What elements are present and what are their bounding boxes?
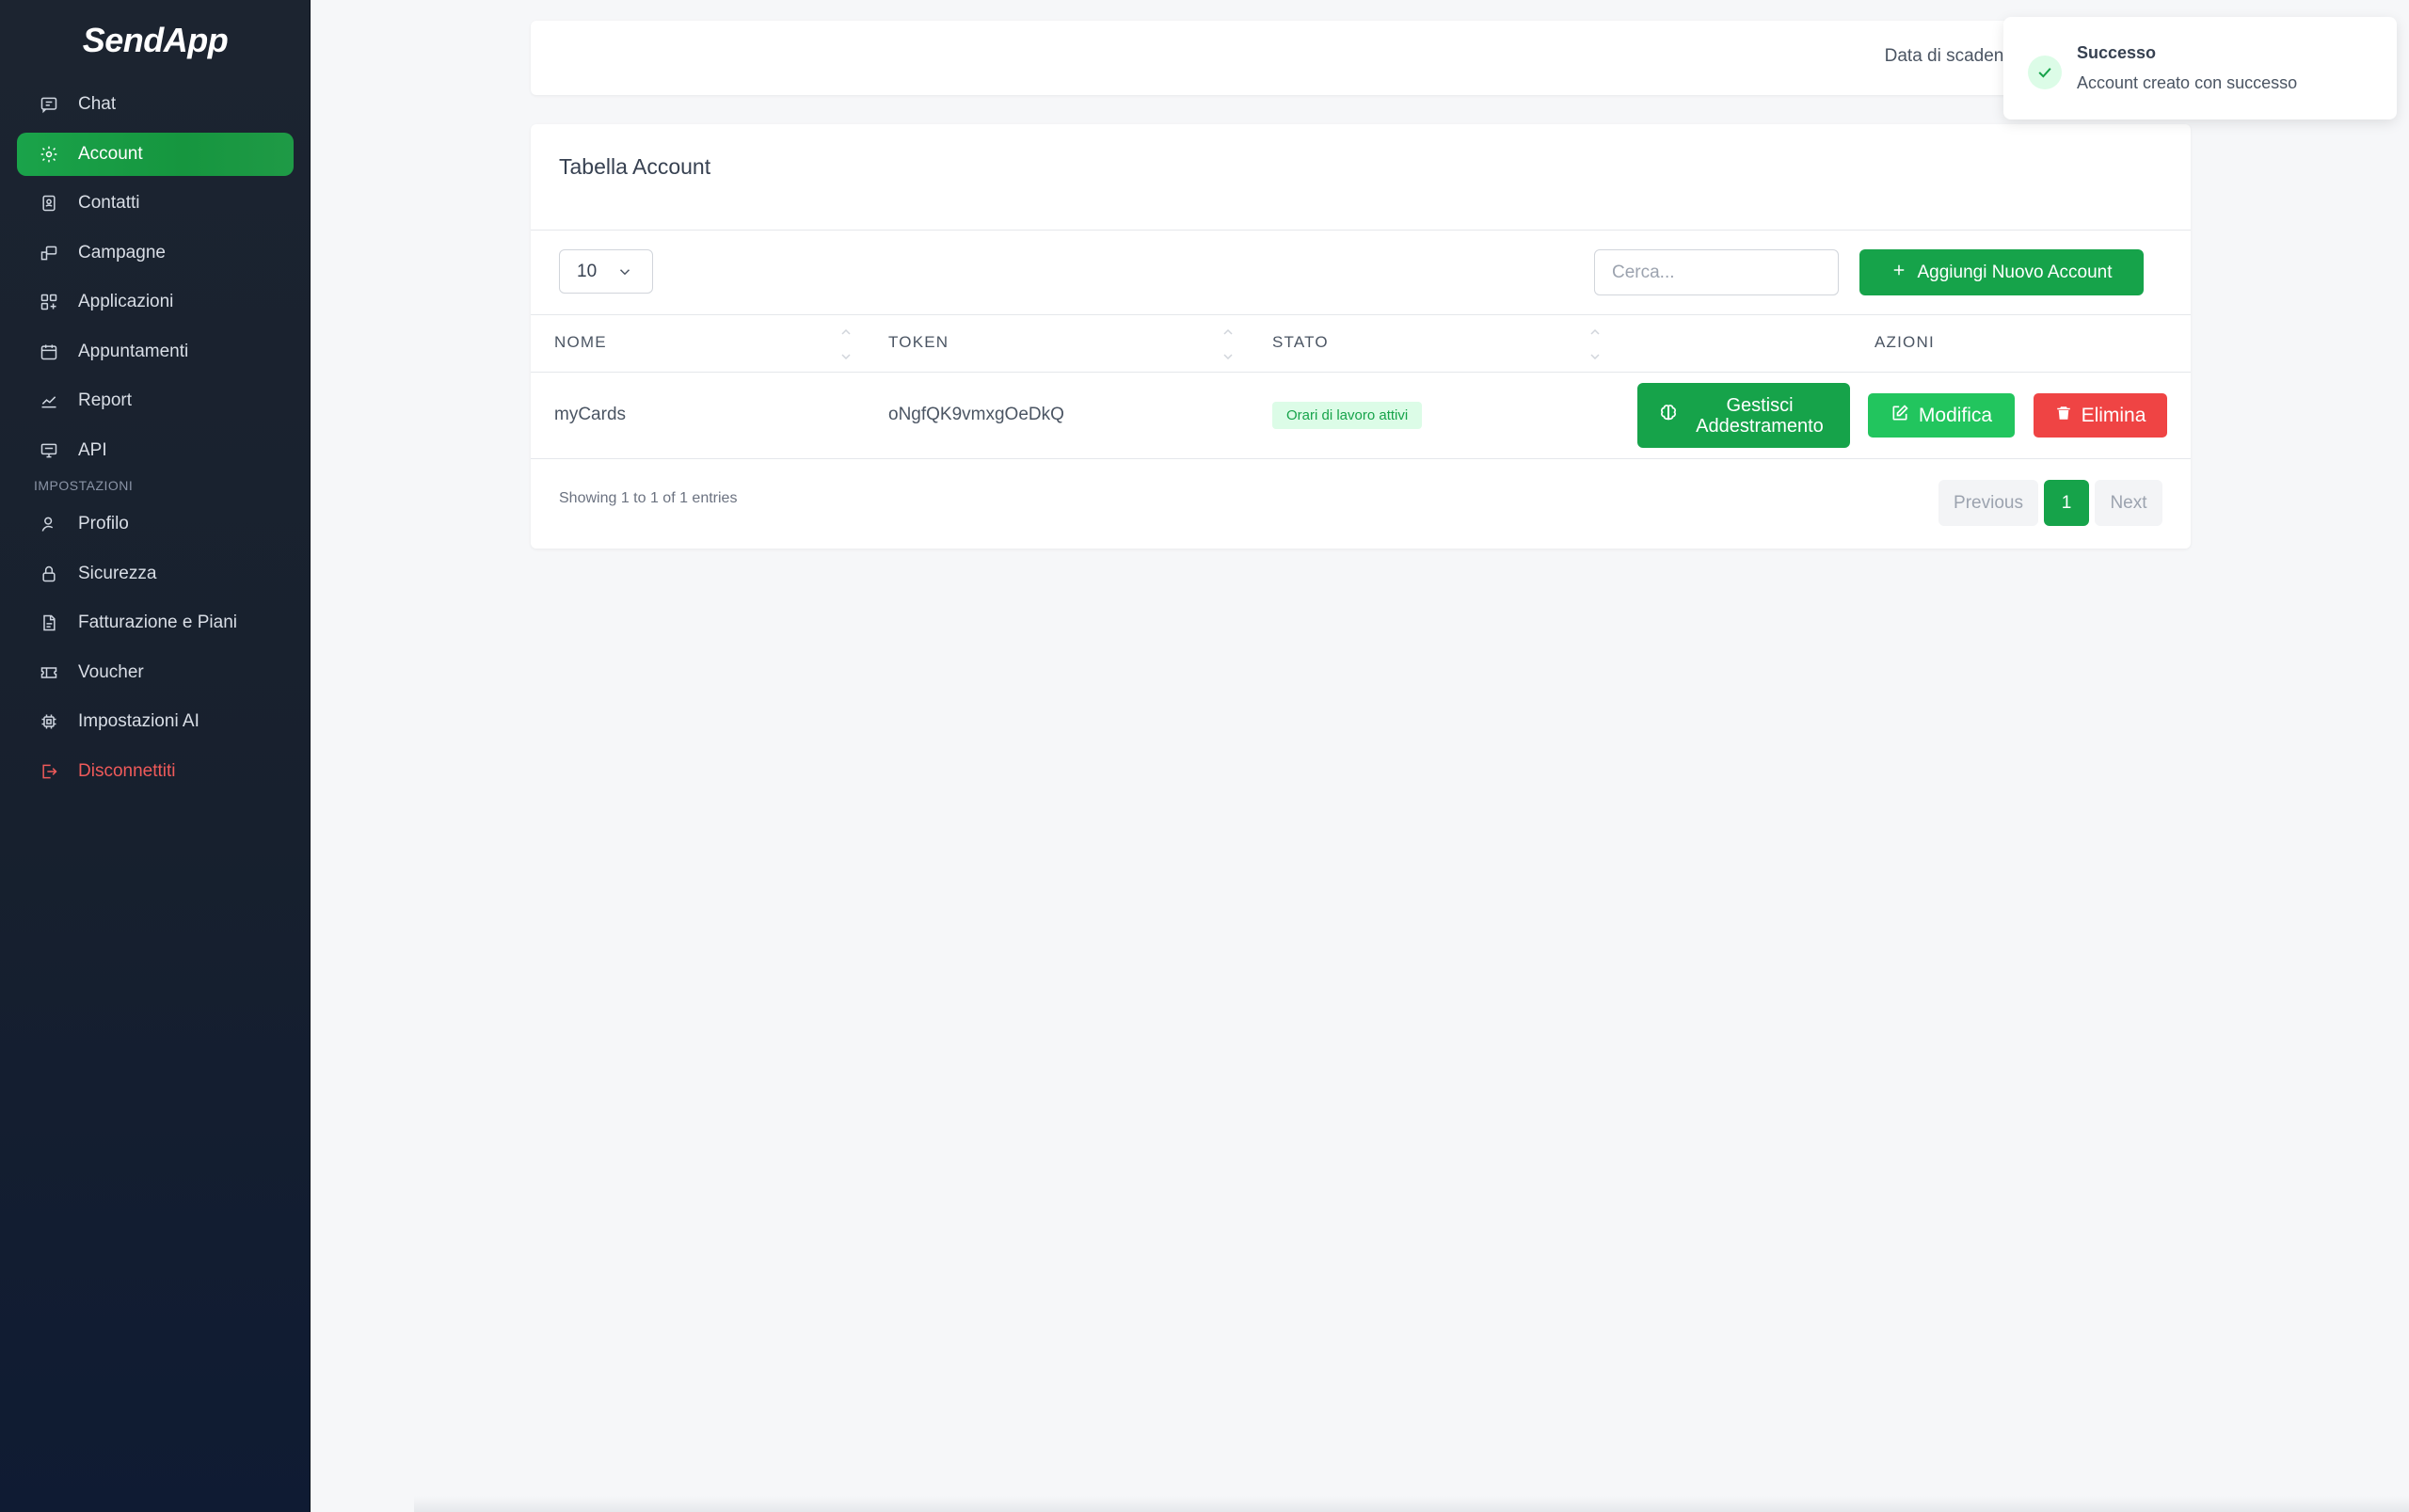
sidebar-item-account[interactable]: Account — [17, 132, 294, 176]
sidebar-item-label: Campagne — [78, 242, 166, 263]
account-table-card: Tabella Account 10 Aggiungi Nuovo Accoun… — [531, 124, 2191, 549]
sidebar-item-label: Fatturazione e Piani — [78, 613, 237, 632]
sidebar-item-logout[interactable]: Disconnettiti — [17, 750, 294, 793]
toast-title: Successo — [2077, 43, 2157, 62]
logout-icon — [39, 761, 59, 782]
divider — [531, 458, 2191, 459]
top-bar: Data di scadenza: Aug 07, 2026 — [531, 21, 2191, 95]
success-toast[interactable]: Successo Account creato con successo — [2003, 17, 2397, 119]
calendar-icon — [39, 342, 59, 362]
previous-page-button[interactable]: Previous — [1938, 480, 2038, 526]
sidebar-item-appuntamenti[interactable]: Appuntamenti — [17, 330, 294, 374]
column-header-token[interactable]: TOKEN — [888, 333, 949, 352]
manage-training-line1: Gestisci — [1726, 394, 1794, 416]
cell-nome: myCards — [554, 405, 627, 424]
column-header-nome[interactable]: NOME — [554, 333, 607, 352]
sidebar-item-label: Applicazioni — [78, 292, 174, 311]
sidebar-item-label: Account — [78, 143, 143, 164]
sidebar-item-label: API — [78, 439, 107, 460]
sort-icon[interactable] — [1588, 326, 1602, 368]
sidebar-item-profilo[interactable]: Profilo — [17, 502, 294, 546]
sidebar-item-label: Impostazioni AI — [78, 711, 199, 731]
sidebar-item-report[interactable]: Report — [17, 379, 294, 422]
settings-section-label: IMPOSTAZIONI — [34, 478, 134, 493]
app-logo[interactable]: SendApp — [0, 21, 311, 60]
cpu-icon — [39, 711, 59, 732]
manage-training-label: Gestisci Addestramento — [1679, 395, 1850, 437]
column-header-stato[interactable]: STATO — [1272, 333, 1329, 352]
sidebar-item-label: Contatti — [78, 193, 140, 213]
sidebar-item-fatturazione[interactable]: Fatturazione e Piani — [17, 601, 294, 645]
divider — [531, 230, 2191, 231]
plus-icon — [1891, 262, 1907, 284]
page-length-value: 10 — [577, 261, 598, 281]
apps-icon — [39, 292, 59, 312]
divider — [531, 314, 2191, 315]
lock-icon — [39, 564, 59, 584]
sidebar-item-applicazioni[interactable]: Applicazioni — [17, 280, 294, 324]
address-book-icon — [39, 193, 59, 214]
sidebar-item-label: Sicurezza — [78, 563, 157, 583]
check-icon — [2028, 56, 2062, 89]
document-icon — [39, 613, 59, 633]
sidebar-item-label: Disconnettiti — [78, 760, 176, 781]
sidebar-item-chat[interactable]: Chat — [17, 83, 294, 126]
gear-icon — [39, 144, 59, 165]
edit-button[interactable]: Modifica — [1868, 393, 2015, 438]
sidebar-item-voucher[interactable]: Voucher — [17, 651, 294, 694]
card-title: Tabella Account — [559, 154, 711, 179]
sidebar-item-sicurezza[interactable]: Sicurezza — [17, 552, 294, 596]
sort-icon[interactable] — [1221, 326, 1235, 368]
trash-icon — [2055, 404, 2072, 428]
sidebar: SendApp Chat Account Contatti Campagne A… — [0, 0, 311, 1512]
sidebar-item-label: Voucher — [78, 661, 144, 682]
pagination: Previous 1 Next — [1938, 480, 2162, 526]
sidebar-item-label: Profilo — [78, 514, 129, 533]
brain-icon — [1658, 403, 1679, 428]
sort-icon[interactable] — [839, 326, 853, 368]
search-input[interactable] — [1594, 249, 1839, 295]
page-1-button[interactable]: 1 — [2044, 480, 2089, 526]
next-page-button[interactable]: Next — [2095, 480, 2162, 526]
entries-info: Showing 1 to 1 of 1 entries — [559, 490, 738, 506]
cell-token: oNgfQK9vmxgOeDkQ — [888, 405, 1064, 424]
chart-icon — [39, 390, 59, 411]
campaign-icon — [39, 243, 59, 263]
column-header-azioni: AZIONI — [1875, 333, 1935, 351]
bottom-shadow — [414, 1496, 2409, 1512]
sidebar-item-api[interactable]: API — [17, 429, 294, 472]
delete-button[interactable]: Elimina — [2034, 393, 2167, 438]
edit-label: Modifica — [1918, 404, 1993, 426]
chevron-down-icon — [616, 263, 633, 286]
toast-message: Account creato con successo — [2077, 73, 2298, 92]
monitor-icon — [39, 440, 59, 461]
edit-icon — [1891, 404, 1909, 428]
sidebar-nav: Chat Account Contatti Campagne Applicazi… — [17, 83, 294, 799]
sidebar-item-contatti[interactable]: Contatti — [17, 182, 294, 225]
sidebar-item-label: Report — [78, 390, 133, 410]
delete-label: Elimina — [2081, 404, 2146, 426]
manage-training-line2: Addestramento — [1696, 415, 1824, 437]
ticket-icon — [39, 662, 59, 683]
page-length-select[interactable]: 10 — [559, 249, 653, 294]
sidebar-item-campagne[interactable]: Campagne — [17, 231, 294, 275]
chat-icon — [39, 94, 59, 115]
status-badge: Orari di lavoro attivi — [1272, 402, 1423, 429]
sidebar-item-impostazioni-ai[interactable]: Impostazioni AI — [17, 700, 294, 743]
manage-training-button[interactable]: Gestisci Addestramento — [1637, 383, 1850, 448]
sidebar-item-label: Appuntamenti — [78, 341, 189, 361]
sidebar-item-label: Chat — [78, 94, 117, 114]
divider — [531, 372, 2191, 373]
add-account-button[interactable]: Aggiungi Nuovo Account — [1859, 249, 2144, 295]
user-icon — [39, 514, 59, 534]
add-account-label: Aggiungi Nuovo Account — [1917, 262, 2113, 282]
